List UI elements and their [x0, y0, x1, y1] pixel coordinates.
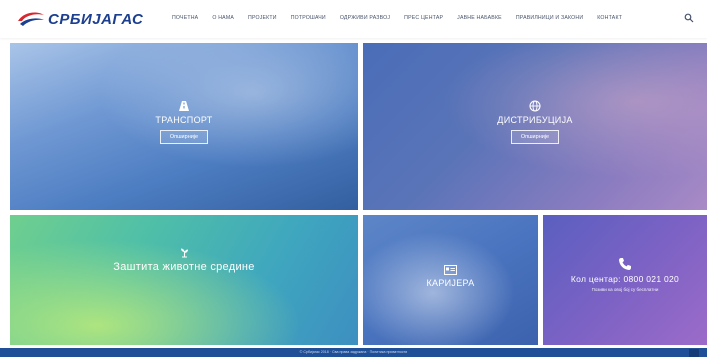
nav-item-press[interactable]: ПРЕС ЦЕНТАР	[404, 15, 443, 21]
footer-bar: © Србијагас 2018 · Сва права задржана · …	[0, 348, 707, 357]
scroll-top-button[interactable]	[689, 349, 699, 357]
tile-career-title: КАРИЈЕРА	[426, 278, 475, 288]
tile-environment[interactable]: Заштита животне средине	[10, 215, 358, 345]
tile-distribution[interactable]: ДИСТРИБУЦИЈА Опширније	[363, 43, 707, 210]
distribution-more-button[interactable]: Опширније	[510, 130, 560, 144]
phone-icon	[619, 258, 631, 270]
tile-transport[interactable]: ТРАНСПОРТ Опширније	[10, 43, 358, 210]
transport-more-button[interactable]: Опширније	[159, 130, 209, 144]
nav-item-home[interactable]: ПОЧЕТНА	[172, 15, 198, 21]
tile-transport-title: ТРАНСПОРТ	[155, 115, 213, 125]
nav-item-regulations[interactable]: ПРАВИЛНИЦИ И ЗАКОНИ	[516, 15, 583, 21]
logo[interactable]: СРБИЈАГАС	[16, 6, 143, 32]
main-nav: ПОЧЕТНА О НАМА ПРОЈЕКТИ ПОТРОШАЧИ ОДРЖИВ…	[172, 15, 636, 21]
logo-text: СРБИЈАГАС	[48, 10, 144, 28]
nav-item-contact[interactable]: КОНТАКТ	[597, 15, 622, 21]
tile-distribution-title: ДИСТРИБУЦИЈА	[497, 115, 573, 125]
tile-call-center[interactable]: Кол центар: 0800 021 020 Позиви ка овој …	[543, 215, 707, 345]
call-center-subtitle: Позиви ка овој бој су бесплатни	[591, 287, 659, 292]
logo-swoosh-icon	[18, 12, 44, 26]
plant-icon	[180, 248, 188, 258]
nav-item-consumers[interactable]: ПОТРОШАЧИ	[291, 15, 326, 21]
nav-item-projects[interactable]: ПРОЈЕКТИ	[248, 15, 277, 21]
road-icon	[179, 101, 189, 111]
nav-item-procurement[interactable]: ЈАВНЕ НАБАВКЕ	[457, 15, 502, 21]
tile-call-center-title: Кол центар: 0800 021 020	[570, 274, 680, 284]
footer-text: © Србијагас 2018 · Сва права задржана · …	[299, 350, 408, 354]
nav-item-sustainability[interactable]: ОДРЖИВИ РАЗВОЈ	[340, 15, 390, 21]
id-card-icon	[444, 265, 457, 275]
search-icon[interactable]	[684, 13, 694, 23]
site-header: СРБИЈАГАС ПОЧЕТНА О НАМА ПРОЈЕКТИ ПОТРОШ…	[0, 0, 707, 38]
tile-career[interactable]: КАРИЈЕРА	[363, 215, 538, 345]
nav-item-about[interactable]: О НАМА	[212, 15, 234, 21]
tile-environment-title: Заштита животне средине	[113, 261, 255, 273]
globe-icon	[529, 100, 541, 112]
environment-background	[10, 215, 358, 345]
